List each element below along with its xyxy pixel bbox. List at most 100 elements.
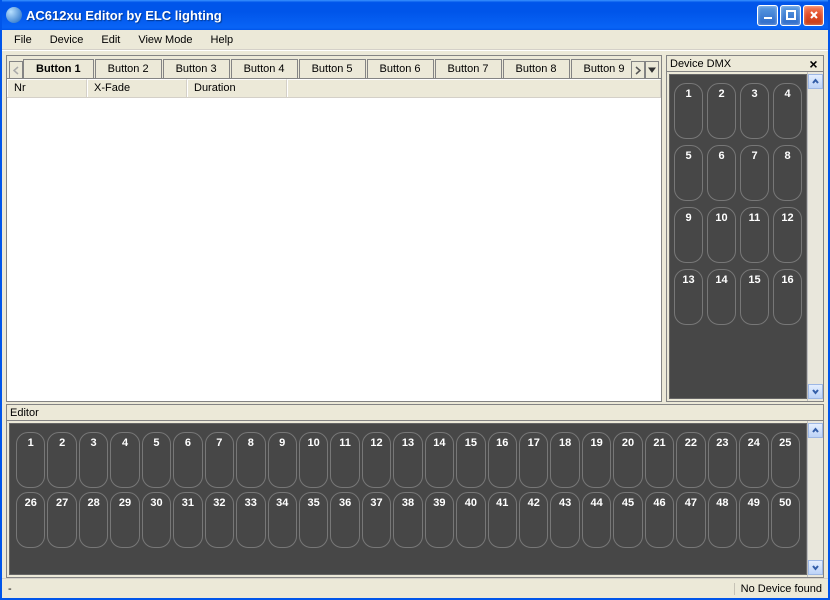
dmx-slot[interactable]: 7	[740, 145, 769, 201]
tab-scroll-left[interactable]	[9, 61, 23, 79]
editor-slot[interactable]: 13	[393, 432, 422, 488]
editor-panel: Editor 123456789101112131415161718192021…	[6, 404, 824, 578]
tab-button-8[interactable]: Button 8	[503, 59, 570, 78]
dmx-slot[interactable]: 11	[740, 207, 769, 263]
editor-slot[interactable]: 32	[205, 492, 234, 548]
editor-slot[interactable]: 2	[47, 432, 76, 488]
scroll-down-icon[interactable]	[808, 560, 823, 575]
editor-slot[interactable]: 9	[268, 432, 297, 488]
dmx-slot[interactable]: 15	[740, 269, 769, 325]
editor-slot[interactable]: 24	[739, 432, 768, 488]
editor-slot[interactable]: 28	[79, 492, 108, 548]
editor-slot[interactable]: 44	[582, 492, 611, 548]
dmx-slot[interactable]: 16	[773, 269, 802, 325]
tab-button-2[interactable]: Button 2	[95, 59, 162, 78]
dmx-slot[interactable]: 12	[773, 207, 802, 263]
scroll-up-icon[interactable]	[808, 74, 823, 89]
editor-slot[interactable]: 25	[771, 432, 800, 488]
tab-button-5[interactable]: Button 5	[299, 59, 366, 78]
editor-slot[interactable]: 11	[330, 432, 359, 488]
editor-slot[interactable]: 12	[362, 432, 391, 488]
editor-slot[interactable]: 31	[173, 492, 202, 548]
editor-slot[interactable]: 49	[739, 492, 768, 548]
left-panel: Button 1 Button 2 Button 3 Button 4 Butt…	[6, 55, 662, 402]
editor-slot[interactable]: 20	[613, 432, 642, 488]
editor-slot[interactable]: 6	[173, 432, 202, 488]
menu-viewmode[interactable]: View Mode	[130, 32, 200, 48]
editor-slot[interactable]: 36	[330, 492, 359, 548]
editor-slot[interactable]: 42	[519, 492, 548, 548]
editor-slot[interactable]: 3	[79, 432, 108, 488]
menu-help[interactable]: Help	[203, 32, 242, 48]
editor-slot[interactable]: 18	[550, 432, 579, 488]
editor-slot[interactable]: 34	[268, 492, 297, 548]
device-dmx-scrollbar[interactable]	[807, 72, 823, 401]
tab-button-7[interactable]: Button 7	[435, 59, 502, 78]
dmx-slot[interactable]: 13	[674, 269, 703, 325]
tab-button-6[interactable]: Button 6	[367, 59, 434, 78]
editor-slot[interactable]: 43	[550, 492, 579, 548]
dmx-slot[interactable]: 8	[773, 145, 802, 201]
scroll-up-icon[interactable]	[808, 423, 823, 438]
editor-slot[interactable]: 40	[456, 492, 485, 548]
editor-slot[interactable]: 14	[425, 432, 454, 488]
dmx-slot[interactable]: 14	[707, 269, 736, 325]
device-dmx-close-icon[interactable]: ×	[807, 57, 820, 70]
editor-slot[interactable]: 50	[771, 492, 800, 548]
column-duration[interactable]: Duration	[187, 79, 287, 97]
editor-slot[interactable]: 41	[488, 492, 517, 548]
tab-button-9[interactable]: Button 9	[571, 59, 632, 78]
editor-slot[interactable]: 35	[299, 492, 328, 548]
editor-slot[interactable]: 45	[613, 492, 642, 548]
editor-slot[interactable]: 38	[393, 492, 422, 548]
editor-slot[interactable]: 19	[582, 432, 611, 488]
editor-slot[interactable]: 39	[425, 492, 454, 548]
tab-overflow-button[interactable]	[645, 61, 659, 79]
tab-scroll-right[interactable]	[631, 61, 645, 79]
close-button[interactable]	[803, 5, 824, 26]
menu-device[interactable]: Device	[42, 32, 92, 48]
editor-slot[interactable]: 23	[708, 432, 737, 488]
column-nr[interactable]: Nr	[7, 79, 87, 97]
editor-slot[interactable]: 37	[362, 492, 391, 548]
maximize-button[interactable]	[780, 5, 801, 26]
dmx-slot[interactable]: 5	[674, 145, 703, 201]
editor-slot[interactable]: 33	[236, 492, 265, 548]
dmx-slot[interactable]: 6	[707, 145, 736, 201]
editor-slot[interactable]: 8	[236, 432, 265, 488]
tab-button-1[interactable]: Button 1	[23, 59, 94, 78]
editor-slot[interactable]: 30	[142, 492, 171, 548]
editor-slot[interactable]: 46	[645, 492, 674, 548]
editor-slot[interactable]: 1	[16, 432, 45, 488]
tab-button-4[interactable]: Button 4	[231, 59, 298, 78]
titlebar: AC612xu Editor by ELC lighting	[2, 0, 828, 30]
menu-edit[interactable]: Edit	[93, 32, 128, 48]
column-xfade[interactable]: X-Fade	[87, 79, 187, 97]
editor-slot[interactable]: 5	[142, 432, 171, 488]
dmx-slot[interactable]: 4	[773, 83, 802, 139]
dmx-slot[interactable]: 3	[740, 83, 769, 139]
editor-slot[interactable]: 27	[47, 492, 76, 548]
menu-file[interactable]: File	[6, 32, 40, 48]
editor-slot[interactable]: 26	[16, 492, 45, 548]
editor-slot[interactable]: 7	[205, 432, 234, 488]
dmx-slot[interactable]: 1	[674, 83, 703, 139]
editor-slot[interactable]: 29	[110, 492, 139, 548]
scroll-down-icon[interactable]	[808, 384, 823, 399]
editor-slot[interactable]: 17	[519, 432, 548, 488]
editor-scrollbar[interactable]	[807, 421, 823, 577]
tab-button-3[interactable]: Button 3	[163, 59, 230, 78]
minimize-button[interactable]	[757, 5, 778, 26]
editor-slot[interactable]: 16	[488, 432, 517, 488]
dmx-slot[interactable]: 2	[707, 83, 736, 139]
editor-slot[interactable]: 48	[708, 492, 737, 548]
status-right: No Device found	[734, 583, 822, 595]
editor-slot[interactable]: 15	[456, 432, 485, 488]
editor-slot[interactable]: 10	[299, 432, 328, 488]
dmx-slot[interactable]: 9	[674, 207, 703, 263]
editor-slot[interactable]: 21	[645, 432, 674, 488]
editor-slot[interactable]: 4	[110, 432, 139, 488]
dmx-slot[interactable]: 10	[707, 207, 736, 263]
editor-slot[interactable]: 22	[676, 432, 705, 488]
editor-slot[interactable]: 47	[676, 492, 705, 548]
